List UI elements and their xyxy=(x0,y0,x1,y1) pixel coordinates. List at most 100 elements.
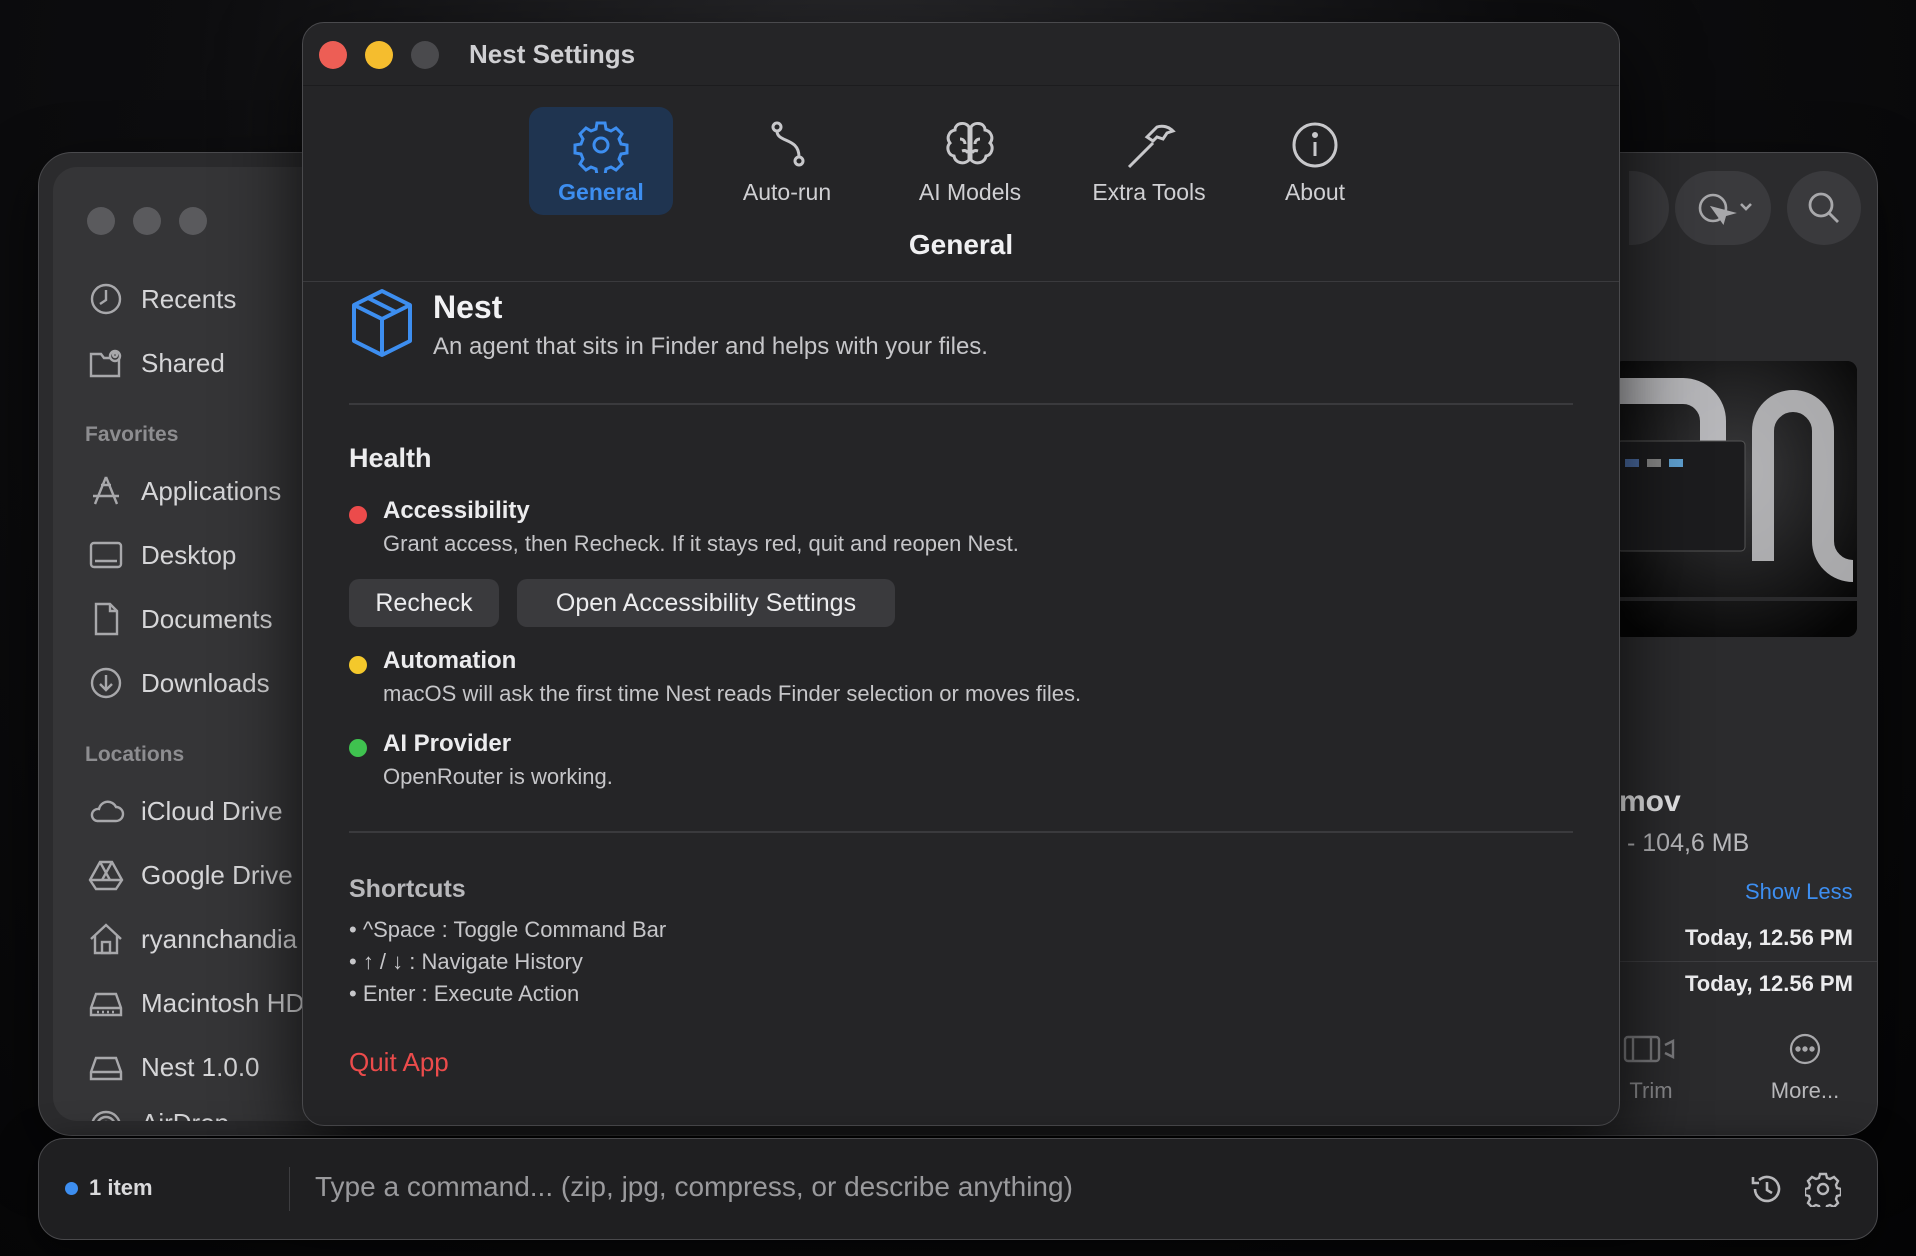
home-icon xyxy=(90,923,122,955)
minimize-button[interactable] xyxy=(365,41,393,69)
selection-count: 1 item xyxy=(89,1175,153,1200)
shortcut-line: • ↑ / ↓ : Navigate History xyxy=(349,949,583,974)
finder-minimize-button[interactable] xyxy=(133,207,161,235)
tab-auto-run[interactable]: Auto-run xyxy=(717,107,857,215)
brain-icon xyxy=(946,121,994,165)
tab-general[interactable]: General xyxy=(529,107,673,215)
accessibility-desc: Grant access, then Recheck. If it stays … xyxy=(383,531,1019,556)
pointer-icon xyxy=(1698,193,1752,225)
open-accessibility-settings-button[interactable]: Open Accessibility Settings xyxy=(517,579,895,627)
gear-icon[interactable] xyxy=(1805,1171,1841,1207)
sidebar-item-home[interactable]: ryannchandia xyxy=(87,917,297,961)
favorites-heading: Favorites xyxy=(85,423,179,446)
trim-button[interactable]: Trim xyxy=(1621,1029,1681,1109)
clock-icon xyxy=(90,283,122,315)
window-title: Nest Settings xyxy=(469,39,636,69)
show-less-link[interactable]: Show Less xyxy=(1745,879,1853,905)
zoom-button[interactable] xyxy=(411,41,439,69)
tab-label: Extra Tools xyxy=(1092,179,1206,205)
download-icon xyxy=(90,667,122,699)
sidebar-item-shared[interactable]: Shared xyxy=(87,341,225,385)
desktop-icon xyxy=(89,541,123,569)
sidebar-item-label: AirDrop xyxy=(141,1108,229,1122)
more-icon xyxy=(1789,1033,1821,1065)
sidebar-item-applications[interactable]: Applications xyxy=(87,469,281,513)
shortcut-line: • ^Space : Toggle Command Bar xyxy=(349,917,667,942)
package-icon xyxy=(352,289,412,357)
search-icon xyxy=(1808,192,1839,223)
accessibility-title: Accessibility xyxy=(383,497,530,524)
trim-icon xyxy=(1623,1035,1675,1063)
shared-folder-icon xyxy=(89,349,122,378)
command-input[interactable]: Type a command... (zip, jpg, compress, o… xyxy=(315,1171,1735,1211)
ai-provider-desc: OpenRouter is working. xyxy=(383,764,613,789)
tab-ai-models[interactable]: AI Models xyxy=(895,107,1045,215)
divider xyxy=(349,831,1573,833)
tab-label: About xyxy=(1284,179,1346,205)
created-date: Today, 12.56 PM xyxy=(1685,925,1853,950)
divider xyxy=(349,403,1573,405)
sidebar-item-icloud[interactable]: iCloud Drive xyxy=(87,789,283,833)
sidebar-item-airdrop[interactable]: AirDrop xyxy=(87,1101,229,1121)
more-button[interactable]: More... xyxy=(1745,1029,1865,1109)
recheck-button[interactable]: Recheck xyxy=(349,579,499,627)
sidebar-item-label: Recents xyxy=(141,283,237,314)
section-title: General xyxy=(908,229,1014,260)
sidebar-item-recents[interactable]: Recents xyxy=(87,277,236,321)
finder-close-button[interactable] xyxy=(87,207,115,235)
sidebar-item-label: iCloud Drive xyxy=(141,795,283,826)
trim-label: Trim xyxy=(1629,1078,1673,1103)
tab-label: Auto-run xyxy=(742,179,832,205)
header-divider xyxy=(303,281,1619,282)
google-drive-icon xyxy=(88,860,124,891)
pointer-menu-button[interactable] xyxy=(1675,171,1771,245)
info-icon xyxy=(1292,122,1338,168)
tab-extra-tools[interactable]: Extra Tools xyxy=(1069,107,1229,215)
disk-icon xyxy=(89,1056,123,1081)
divider xyxy=(1619,961,1877,962)
quit-app-button[interactable]: Quit App xyxy=(349,1047,449,1078)
sidebar-item-documents[interactable]: Documents xyxy=(87,597,273,641)
sidebar-item-label: ryannchandia xyxy=(141,923,298,954)
airdrop-icon xyxy=(91,1110,121,1121)
toolbar-button-partial[interactable] xyxy=(1629,171,1669,245)
sidebar-item-label: Downloads xyxy=(141,667,270,698)
modified-date: Today, 12.56 PM xyxy=(1685,971,1853,996)
search-button[interactable] xyxy=(1787,171,1861,245)
sidebar-item-label: Nest 1.0.0 xyxy=(141,1051,260,1082)
disk-icon xyxy=(89,992,123,1017)
sidebar-item-nest-volume[interactable]: Nest 1.0.0 xyxy=(87,1045,260,1089)
sidebar-item-google-drive[interactable]: Google Drive xyxy=(87,853,293,897)
titlebar-divider xyxy=(303,85,1619,86)
automation-title: Automation xyxy=(383,647,517,674)
ai-provider-title: AI Provider xyxy=(383,730,512,757)
automation-desc: macOS will ask the first time Nest reads… xyxy=(383,681,1082,706)
file-name: mov xyxy=(1619,785,1681,818)
divider xyxy=(289,1167,290,1211)
file-meta: - 104,6 MB xyxy=(1627,829,1750,857)
sidebar-item-label: Documents xyxy=(141,603,273,634)
path-icon xyxy=(771,121,805,167)
preview-image xyxy=(1613,361,1857,637)
cloud-icon xyxy=(90,800,125,823)
sidebar-item-label: Google Drive xyxy=(141,859,293,890)
selection-dot xyxy=(65,1182,78,1195)
tab-about[interactable]: About xyxy=(1245,107,1385,215)
health-heading: Health xyxy=(349,443,432,473)
sidebar-item-macintosh-hd[interactable]: Macintosh HD xyxy=(87,981,304,1025)
app-name: Nest xyxy=(433,289,503,325)
status-dot-green xyxy=(349,739,367,757)
status-dot-red xyxy=(349,506,367,524)
applications-icon xyxy=(93,476,119,505)
sidebar-item-desktop[interactable]: Desktop xyxy=(87,533,236,577)
finder-zoom-button[interactable] xyxy=(179,207,207,235)
gear-icon xyxy=(573,121,629,173)
close-button[interactable] xyxy=(319,41,347,69)
shortcut-line: • Enter : Execute Action xyxy=(349,981,580,1006)
tab-label: AI Models xyxy=(918,179,1022,205)
settings-window: Nest Settings General Auto-run AI Models… xyxy=(302,22,1620,1126)
command-bar: 1 item Type a command... (zip, jpg, comp… xyxy=(38,1138,1878,1240)
sidebar-item-downloads[interactable]: Downloads xyxy=(87,661,270,705)
history-icon[interactable] xyxy=(1749,1171,1785,1207)
sidebar-item-label: Applications xyxy=(141,475,282,506)
